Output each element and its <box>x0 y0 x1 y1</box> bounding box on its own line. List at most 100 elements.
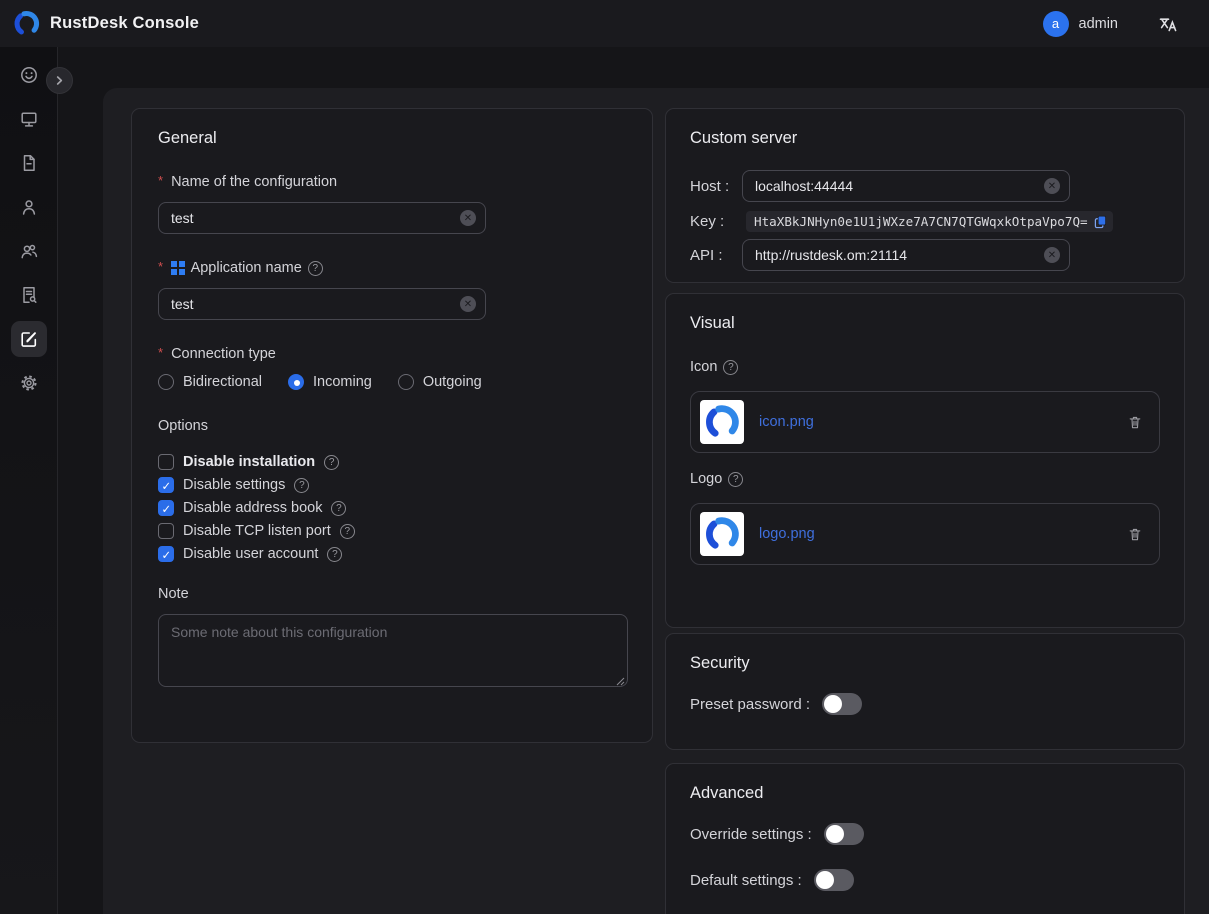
copy-icon[interactable] <box>1094 215 1107 229</box>
rustdesk-logo-icon <box>704 404 740 440</box>
sidebar <box>0 47 58 914</box>
general-title: General <box>158 129 626 148</box>
host-input[interactable] <box>742 170 1070 202</box>
option-disable-user-account[interactable]: Disable user account <box>158 546 626 562</box>
help-icon[interactable] <box>327 547 342 562</box>
sidebar-expand-button[interactable] <box>46 67 73 94</box>
preset-password-toggle[interactable] <box>822 693 862 715</box>
visual-card: Visual Icon icon.png Logo <box>665 293 1185 628</box>
radio-icon[interactable] <box>398 374 414 390</box>
avatar[interactable]: a <box>1043 11 1069 37</box>
logo-file-row: logo.png <box>690 503 1160 565</box>
monitor-icon <box>19 109 39 129</box>
smiley-icon <box>19 65 39 85</box>
default-settings-label: Default settings : <box>690 872 802 889</box>
help-icon[interactable] <box>728 472 743 487</box>
user-name[interactable]: admin <box>1079 16 1119 32</box>
rustdesk-logo-icon <box>13 10 40 37</box>
api-input[interactable] <box>742 239 1070 271</box>
sidebar-item-dashboard[interactable] <box>11 57 47 93</box>
help-icon[interactable] <box>308 261 323 276</box>
trash-icon[interactable] <box>1127 414 1143 431</box>
host-row: Host : <box>690 170 1160 202</box>
checkbox-icon[interactable] <box>158 523 174 539</box>
option-disable-installation[interactable]: Disable installation <box>158 454 626 470</box>
clear-icon[interactable] <box>460 296 476 312</box>
option-disable-settings[interactable]: Disable settings <box>158 477 626 493</box>
logo-label: Logo <box>690 471 1160 487</box>
clear-icon[interactable] <box>1044 247 1060 263</box>
preset-password-label: Preset password : <box>690 696 810 713</box>
override-settings-label: Override settings : <box>690 826 812 843</box>
icon-label: Icon <box>690 359 1160 375</box>
api-field <box>742 239 1070 271</box>
advanced-card: Advanced Override settings : Default set… <box>665 763 1185 914</box>
app-name-input[interactable] <box>158 288 486 320</box>
custom-server-card: Custom server Host : Key : HtaXBkJNHyn0e… <box>665 108 1185 283</box>
clear-icon[interactable] <box>1044 178 1060 194</box>
checkbox-icon[interactable] <box>158 477 174 493</box>
radio-icon[interactable] <box>158 374 174 390</box>
config-name-field <box>158 202 486 234</box>
config-name-input[interactable] <box>158 202 486 234</box>
override-settings-toggle[interactable] <box>824 823 864 845</box>
preset-password-row: Preset password : <box>690 693 1160 715</box>
app-header: RustDesk Console a admin <box>0 0 1209 47</box>
note-label: Note <box>158 586 626 602</box>
checkbox-icon[interactable] <box>158 454 174 470</box>
help-icon[interactable] <box>340 524 355 539</box>
connection-type-label: Connection type <box>158 346 626 362</box>
required-asterisk-icon <box>158 259 163 274</box>
main-content: General Name of the configuration Applic… <box>103 88 1209 914</box>
required-asterisk-icon <box>158 173 163 188</box>
radio-icon[interactable] <box>288 374 304 390</box>
app-title: RustDesk Console <box>50 14 199 33</box>
logo-thumbnail <box>700 512 744 556</box>
custom-server-title: Custom server <box>690 129 1160 148</box>
checkbox-icon[interactable] <box>158 546 174 562</box>
note-textarea[interactable] <box>158 614 628 687</box>
user-icon <box>19 197 39 217</box>
security-title: Security <box>690 654 1160 673</box>
document-icon <box>19 153 39 173</box>
edit-icon <box>19 329 39 349</box>
help-icon[interactable] <box>331 501 346 516</box>
sidebar-item-users[interactable] <box>11 189 47 225</box>
clear-icon[interactable] <box>460 210 476 226</box>
default-settings-toggle[interactable] <box>814 869 854 891</box>
radio-incoming[interactable]: Incoming <box>288 374 372 390</box>
brand: RustDesk Console <box>13 10 199 37</box>
help-icon[interactable] <box>723 360 738 375</box>
radio-bidirectional[interactable]: Bidirectional <box>158 374 262 390</box>
api-row: API : <box>690 239 1160 271</box>
checkbox-icon[interactable] <box>158 500 174 516</box>
api-label: API : <box>690 247 742 264</box>
trash-icon[interactable] <box>1127 526 1143 543</box>
help-icon[interactable] <box>324 455 339 470</box>
help-icon[interactable] <box>294 478 309 493</box>
language-icon[interactable] <box>1158 14 1178 34</box>
sidebar-item-audit[interactable] <box>11 277 47 313</box>
rustdesk-logo-icon <box>704 516 740 552</box>
icon-thumbnail <box>700 400 744 444</box>
default-settings-row: Default settings : <box>690 869 1160 891</box>
sidebar-item-groups[interactable] <box>11 233 47 269</box>
icon-file-link[interactable]: icon.png <box>759 414 814 430</box>
resize-grip-icon[interactable] <box>616 677 625 686</box>
gear-icon <box>19 373 39 393</box>
windows-logo-icon <box>171 261 185 275</box>
option-disable-tcp-listen-port[interactable]: Disable TCP listen port <box>158 523 626 539</box>
sidebar-item-sessions[interactable] <box>11 145 47 181</box>
sidebar-item-devices[interactable] <box>11 101 47 137</box>
sidebar-item-settings[interactable] <box>11 365 47 401</box>
sidebar-item-custom-clients[interactable] <box>11 321 47 357</box>
security-card: Security Preset password : <box>665 633 1185 750</box>
key-value: HtaXBkJNHyn0e1U1jWXze7A7CN7QTGWqxkOtpaVp… <box>754 214 1088 229</box>
audit-log-icon <box>19 285 39 305</box>
chevron-right-icon <box>54 75 65 86</box>
visual-title: Visual <box>690 314 1160 333</box>
logo-file-link[interactable]: logo.png <box>759 526 815 542</box>
radio-outgoing[interactable]: Outgoing <box>398 374 482 390</box>
option-disable-address-book[interactable]: Disable address book <box>158 500 626 516</box>
host-field <box>742 170 1070 202</box>
